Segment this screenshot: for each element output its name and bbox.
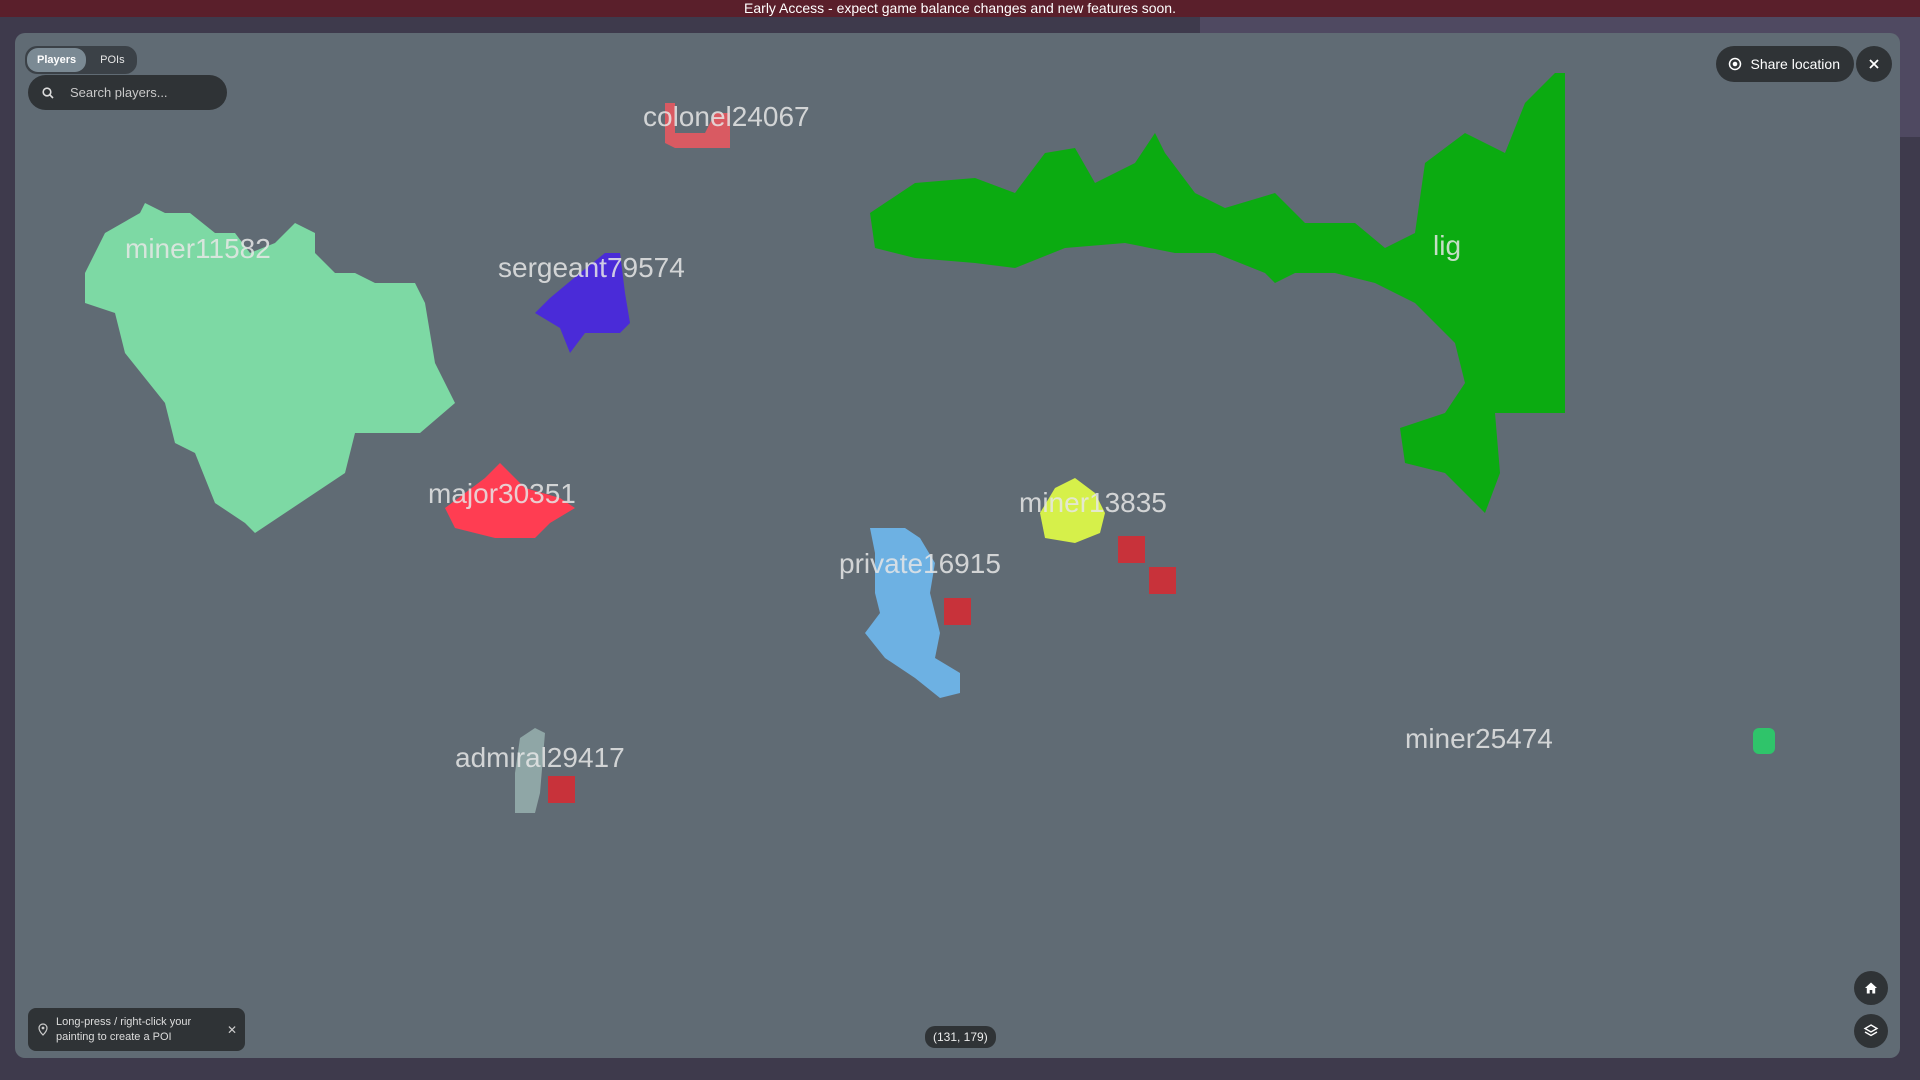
poi-marker[interactable] <box>1149 567 1176 594</box>
player-label-sergeant79574[interactable]: sergeant79574 <box>498 252 685 284</box>
early-access-banner: Early Access - expect game balance chang… <box>0 0 1920 17</box>
map-mode-tabs: Players POIs <box>25 46 137 74</box>
home-button[interactable] <box>1854 971 1888 1005</box>
share-location-label: Share location <box>1750 56 1840 72</box>
player-label-miner13835[interactable]: miner13835 <box>1019 487 1167 519</box>
close-button[interactable] <box>1856 46 1892 82</box>
home-icon <box>1865 982 1877 994</box>
player-label-private16915[interactable]: private16915 <box>839 548 1001 580</box>
pin-icon <box>38 1023 48 1036</box>
map-modal: miner11582 colonel24067 sergeant79574 ma… <box>15 33 1900 1058</box>
layers-button[interactable] <box>1854 1014 1888 1048</box>
player-map[interactable] <box>15 33 1900 1058</box>
poi-hint-toast: Long-press / right-click your painting t… <box>28 1008 245 1051</box>
player-label-major30351[interactable]: major30351 <box>428 478 576 510</box>
share-location-button[interactable]: Share location <box>1716 46 1854 82</box>
dismiss-hint-button[interactable]: ✕ <box>227 1023 237 1037</box>
location-target-icon <box>1729 57 1742 71</box>
player-search[interactable] <box>28 75 227 110</box>
poi-hint-text: Long-press / right-click your painting t… <box>56 1015 192 1043</box>
tab-pois[interactable]: POIs <box>90 48 134 72</box>
layers-icon <box>1863 1024 1879 1037</box>
territory-miner25474[interactable] <box>1753 728 1775 754</box>
poi-marker[interactable] <box>944 598 971 625</box>
player-label-admiral29417[interactable]: admiral29417 <box>455 742 625 774</box>
player-label-lig[interactable]: lig <box>1433 230 1461 262</box>
territory-lig[interactable] <box>870 73 1565 513</box>
search-input[interactable] <box>68 84 202 101</box>
player-label-miner25474[interactable]: miner25474 <box>1405 723 1553 755</box>
player-label-colonel24067[interactable]: colonel24067 <box>643 101 810 133</box>
poi-marker[interactable] <box>1118 536 1145 563</box>
tab-players[interactable]: Players <box>27 48 87 72</box>
player-label-miner11582[interactable]: miner11582 <box>125 233 271 265</box>
close-icon <box>1869 59 1879 69</box>
poi-marker[interactable] <box>548 776 575 803</box>
search-icon <box>42 86 54 99</box>
cursor-coordinates: (131, 179) <box>925 1026 996 1048</box>
